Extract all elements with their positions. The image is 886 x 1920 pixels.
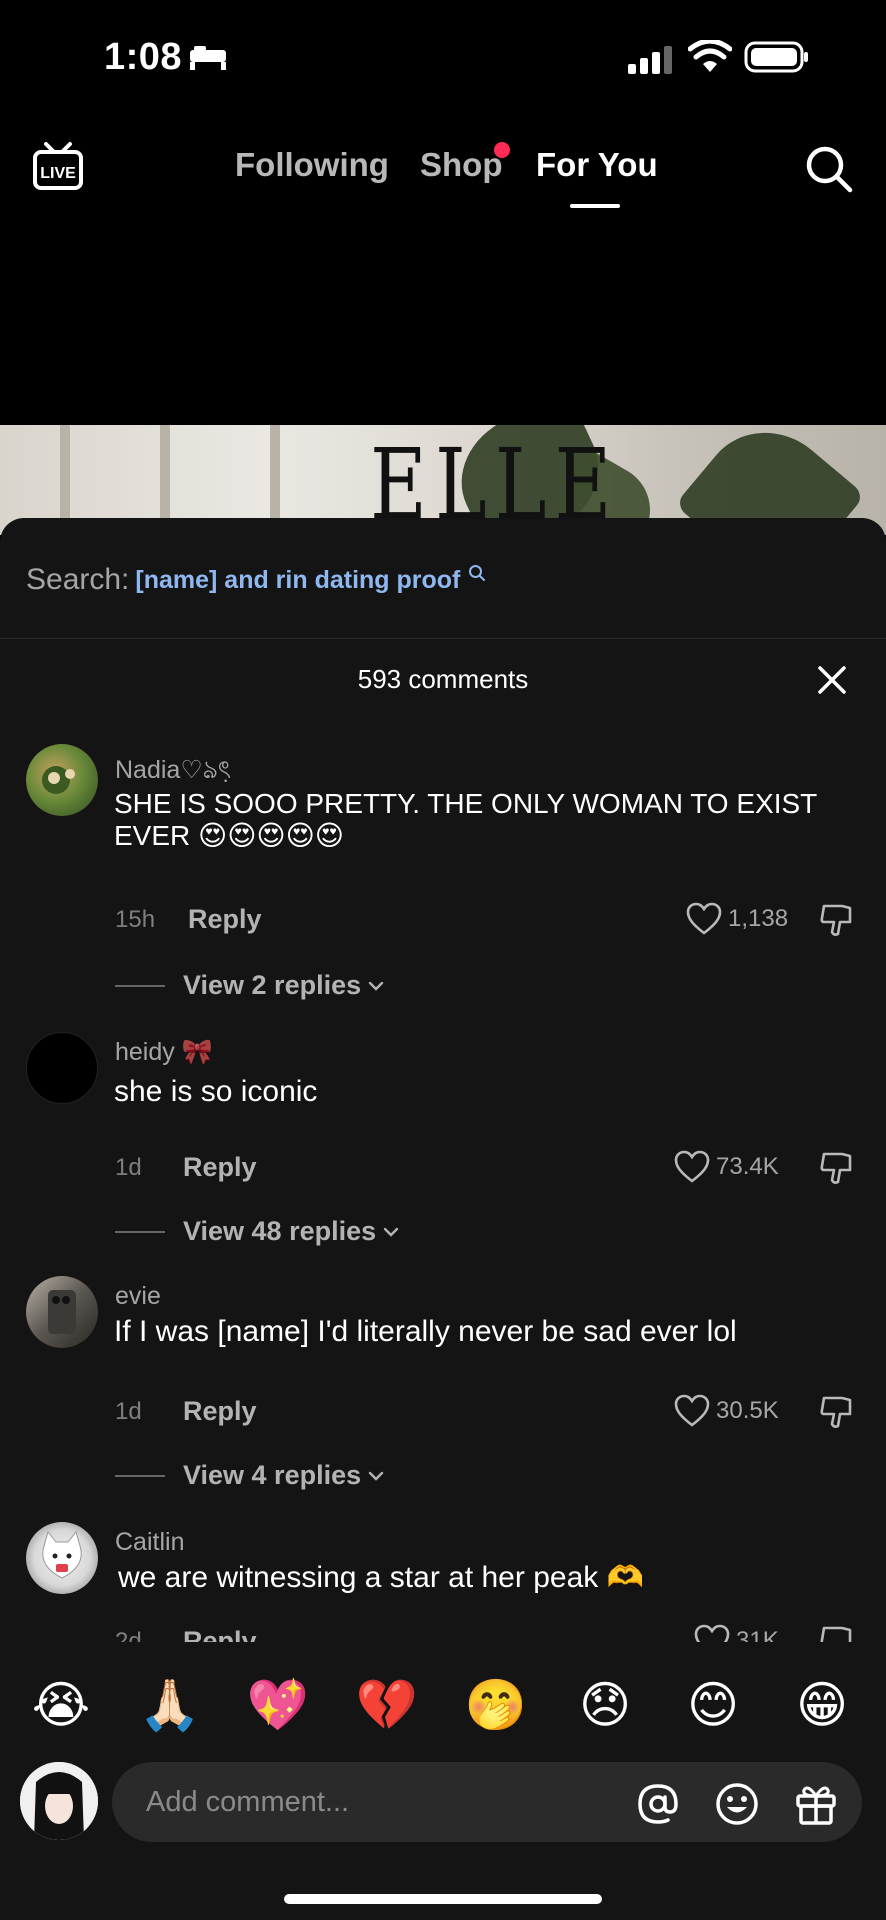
emoji-sparkling-heart[interactable]: 💖 [245, 1676, 311, 1735]
chevron-down-icon [368, 981, 384, 991]
avatar[interactable] [26, 1522, 98, 1594]
like-button[interactable]: 73.4K [674, 1150, 779, 1184]
emoji-broken-heart[interactable]: 💔 [354, 1676, 420, 1735]
comment-input-bar [0, 1752, 886, 1862]
avatar[interactable] [26, 1032, 98, 1104]
view-replies-label: View 48 replies [183, 1216, 377, 1246]
comment-item: Caitlin we are witnessing a star at her … [0, 1522, 886, 1642]
at-mention-icon[interactable] [636, 1782, 680, 1826]
avatar-image [42, 766, 75, 794]
comment-username[interactable]: evie [115, 1282, 161, 1311]
comments-count: 593 comments [357, 664, 529, 694]
like-button[interactable]: 30.5K [674, 1394, 779, 1428]
emoji-grinning[interactable]: 😁 [789, 1676, 855, 1734]
like-button[interactable]: 1,138 [686, 902, 788, 936]
dislike-icon[interactable] [818, 1394, 854, 1430]
dislike-icon[interactable] [818, 1150, 854, 1186]
close-icon[interactable] [816, 664, 848, 696]
comment-text: If I was [name] I'd literally never be s… [114, 1315, 737, 1348]
comment-time: 15h [115, 906, 156, 933]
emoji-icon[interactable] [715, 1782, 759, 1826]
heart-icon [686, 902, 722, 935]
tab-for-you[interactable]: For You [536, 146, 658, 184]
emoji-folded-hands[interactable]: 🙏🏻 [137, 1676, 203, 1735]
comment-username[interactable]: heidy 🎀 [115, 1038, 213, 1067]
live-icon[interactable]: LIVE [32, 140, 84, 192]
comment-time: 1d [115, 1154, 142, 1181]
view-replies-label: View 4 replies [183, 1460, 362, 1490]
wifi-icon [688, 40, 732, 72]
notification-dot [494, 142, 510, 158]
comment-text: we are witnessing a star at her peak 🫶 [118, 1561, 644, 1594]
replies-line [115, 984, 165, 987]
quick-emoji-row: 😭 🙏🏻 💖 💔 🤭 😞 😊 😁 [0, 1672, 886, 1744]
emoji-disappointed[interactable]: 😞 [572, 1676, 638, 1734]
emoji-hand-over-mouth[interactable]: 🤭 [463, 1676, 529, 1735]
comment-username[interactable]: Nadia♡ঌ়ৎ [115, 750, 231, 793]
like-button[interactable]: 31K [694, 1624, 779, 1642]
top-nav: LIVE Following Shop For You [0, 120, 886, 220]
reply-button[interactable]: Reply [183, 1626, 257, 1642]
reply-button[interactable]: Reply [188, 904, 262, 935]
dislike-icon[interactable] [818, 1624, 854, 1642]
user-avatar[interactable] [20, 1762, 98, 1840]
chevron-down-icon [368, 1471, 384, 1481]
status-bar: 1:08 [0, 0, 886, 110]
signal-icon [628, 46, 672, 74]
search-icon [469, 565, 486, 581]
gift-icon[interactable] [794, 1782, 838, 1826]
comment-time: 2d [115, 1628, 142, 1642]
search-suggestion[interactable]: Search: [name] and rin dating proof [26, 560, 486, 600]
divider [0, 638, 886, 639]
search-query-link[interactable]: [name] and rin dating proof [135, 566, 460, 595]
comment-username[interactable]: Caitlin [115, 1528, 184, 1557]
emoji-loudly-crying[interactable]: 😭 [28, 1676, 94, 1734]
avatar-image [42, 1530, 82, 1579]
tab-shop[interactable]: Shop [420, 146, 502, 184]
comment-text: SHE IS SOOO PRETTY. THE ONLY WOMAN TO EX… [114, 788, 817, 851]
dislike-icon[interactable] [818, 902, 854, 938]
active-tab-indicator [570, 204, 620, 208]
search-prefix: Search: [26, 563, 130, 596]
status-time: 1:08 [104, 36, 183, 78]
view-replies-button[interactable]: View 4 replies [115, 1460, 385, 1491]
avatar-image [20, 1762, 98, 1840]
heart-icon [674, 1150, 710, 1183]
heart-icon [694, 1624, 730, 1642]
comment-time: 1d [115, 1398, 142, 1425]
view-replies-button[interactable]: View 2 replies [115, 970, 385, 1001]
like-count: 31K [736, 1627, 779, 1642]
svg-text:LIVE: LIVE [40, 165, 76, 182]
reply-button[interactable]: Reply [183, 1396, 257, 1427]
replies-line [115, 1230, 165, 1233]
like-count: 73.4K [716, 1153, 779, 1180]
home-indicator[interactable] [284, 1894, 602, 1904]
avatar[interactable] [26, 1276, 98, 1348]
view-replies-label: View 2 replies [183, 970, 362, 1000]
comment-text: she is so iconic [114, 1075, 318, 1108]
view-replies-button[interactable]: View 48 replies [115, 1216, 400, 1247]
sleep-icon [190, 46, 226, 70]
chevron-down-icon [383, 1227, 399, 1237]
emoji-smiling[interactable]: 😊 [680, 1676, 746, 1734]
avatar[interactable] [26, 744, 98, 816]
like-count: 1,138 [728, 905, 789, 932]
battery-icon [744, 41, 808, 73]
search-icon[interactable] [804, 144, 854, 194]
reply-button[interactable]: Reply [183, 1152, 257, 1183]
heart-icon [674, 1394, 710, 1427]
avatar-image [48, 1290, 76, 1334]
replies-line [115, 1474, 165, 1477]
like-count: 30.5K [716, 1397, 779, 1424]
tab-following[interactable]: Following [235, 146, 389, 184]
